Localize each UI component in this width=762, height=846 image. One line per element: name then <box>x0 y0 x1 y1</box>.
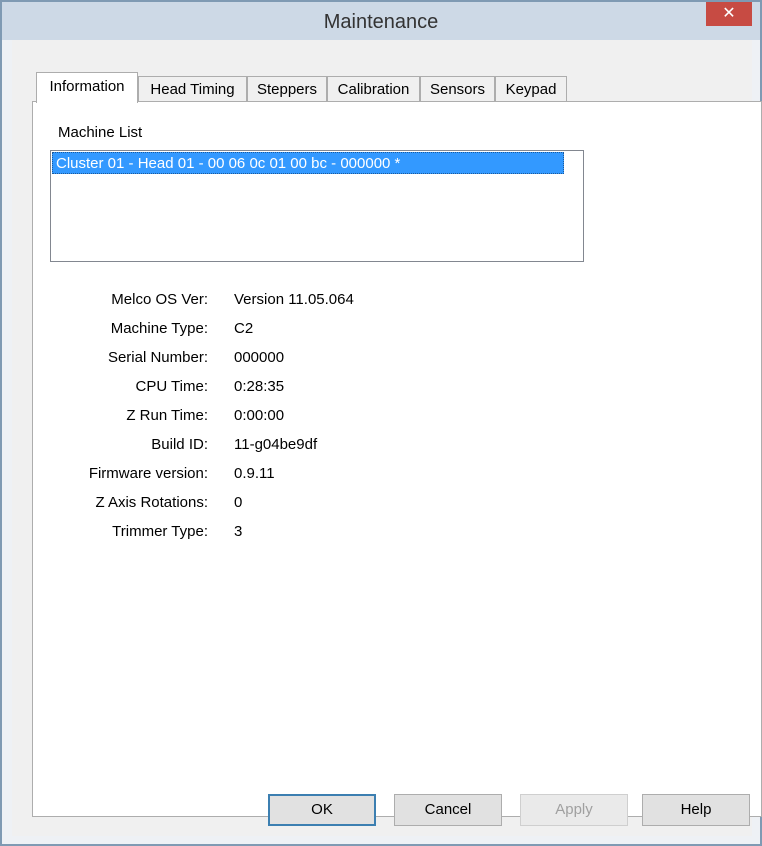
info-row-build-id: Build ID: 11-g04be9df <box>12 435 752 455</box>
info-value: 0:00:00 <box>234 407 285 424</box>
machine-list[interactable]: Cluster 01 - Head 01 - 00 06 0c 01 00 bc… <box>50 150 584 262</box>
info-value: 11-g04be9df <box>234 436 318 453</box>
info-value: Version 11.05.064 <box>234 291 354 308</box>
close-button[interactable]: ✕ <box>706 2 752 26</box>
tab-keypad[interactable]: Keypad <box>495 76 567 102</box>
info-value: 0 <box>234 494 243 511</box>
info-label: Build ID: <box>151 436 208 453</box>
info-row-machine-type: Machine Type: C2 <box>12 319 752 339</box>
info-value: 3 <box>234 523 243 540</box>
info-value: 0.9.11 <box>234 465 275 482</box>
dialog-client-area: Information Head Timing Steppers Calibra… <box>12 40 762 836</box>
info-label: Z Axis Rotations: <box>95 494 208 511</box>
info-label: Serial Number: <box>107 349 208 366</box>
info-value: 000000 <box>234 349 285 366</box>
info-label: Machine Type: <box>110 320 208 337</box>
machine-list-item-selected[interactable]: Cluster 01 - Head 01 - 00 06 0c 01 00 bc… <box>52 152 564 174</box>
window-title: Maintenance <box>323 11 439 33</box>
info-row-melco-os-ver: Melco OS Ver: Version 11.05.064 <box>12 290 752 310</box>
info-row-cpu-time: CPU Time: 0:28:35 <box>12 377 752 397</box>
tab-information[interactable]: Information <box>36 72 138 103</box>
info-row-firmware-version: Firmware version: 0.9.11 <box>12 464 752 484</box>
info-label: CPU Time: <box>135 378 208 395</box>
info-label: Z Run Time: <box>126 407 208 424</box>
info-row-serial-number: Serial Number: 000000 <box>12 348 752 368</box>
close-icon: ✕ <box>722 5 736 22</box>
tab-head-timing[interactable]: Head Timing <box>138 76 247 102</box>
help-button[interactable]: Help <box>642 794 750 826</box>
info-row-z-run-time: Z Run Time: 0:00:00 <box>12 406 752 426</box>
tab-sensors[interactable]: Sensors <box>420 76 495 102</box>
tab-calibration[interactable]: Calibration <box>327 76 420 102</box>
info-value: 0:28:35 <box>234 378 285 395</box>
maintenance-dialog: Maintenance ✕ Information Head Timing St… <box>0 0 762 846</box>
title-bar[interactable]: Maintenance ✕ <box>2 2 760 40</box>
machine-list-label: Machine List <box>58 124 143 141</box>
info-value: C2 <box>234 320 254 337</box>
apply-button: Apply <box>520 794 628 826</box>
info-row-trimmer-type: Trimmer Type: 3 <box>12 522 752 542</box>
tab-steppers[interactable]: Steppers <box>247 76 327 102</box>
info-row-z-axis-rotations: Z Axis Rotations: 0 <box>12 493 752 513</box>
info-label: Melco OS Ver: <box>111 291 208 308</box>
ok-button[interactable]: OK <box>268 794 376 826</box>
cancel-button[interactable]: Cancel <box>394 794 502 826</box>
info-label: Firmware version: <box>88 465 208 482</box>
info-label: Trimmer Type: <box>112 523 208 540</box>
